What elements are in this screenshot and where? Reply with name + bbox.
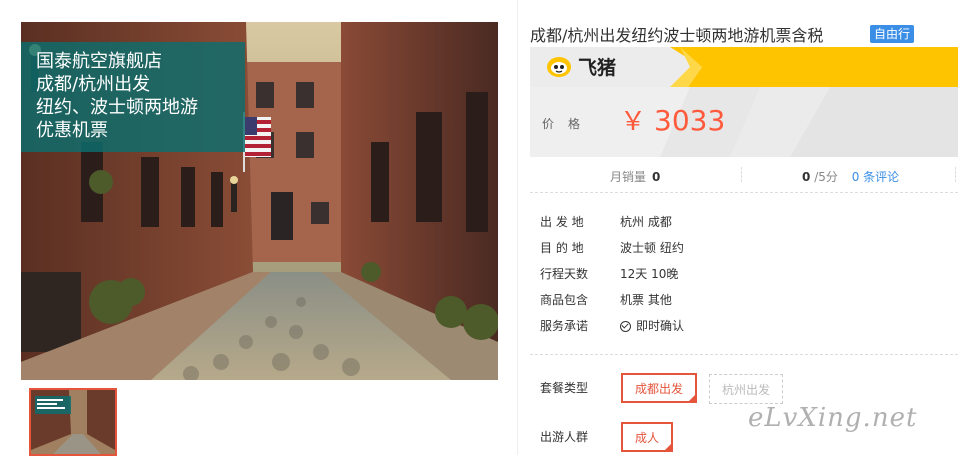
product-gallery: 国泰航空旗舰店 成都/杭州出发 纽约、波士顿两地游 优惠机票 [0,0,518,456]
section-divider [530,354,958,355]
reviews-label: 条评论 [863,170,900,184]
reviews-link[interactable]: 0 条评论 [852,170,899,184]
thumbnail-1[interactable] [29,388,117,456]
promo-overlay-text: 国泰航空旗舰店 成都/杭州出发 纽约、波士顿两地游 优惠机票 [36,50,241,142]
monthly-sales-value: 0 [652,170,661,184]
price-label: 价格 [542,117,595,131]
stats-divider [741,167,743,182]
price-value: ￥ 3033 [620,101,725,138]
overlay-line: 成都/杭州出发 [36,74,151,95]
monthly-sales: 月销量 0 [610,168,660,185]
package-option-hangzhou[interactable]: 杭州出发 [709,374,783,404]
detail-value: 杭州 成都 [620,215,672,229]
detail-value: 即时确认 [620,317,684,334]
thumbnail-image [31,390,115,454]
overlay-line: 优惠机票 [36,120,108,141]
product-title: 成都/杭州出发纽约波士顿两地游机票含税 [530,26,824,45]
detail-label: 行程天数 [540,267,589,281]
detail-value: 机票 其他 [620,293,672,307]
service-promise-text: 即时确认 [636,319,685,333]
sales-stats-bar: 月销量 0 0 /5分 0 条评论 [530,158,958,193]
check-circle-icon [620,321,631,332]
us-flag-icon [245,117,271,157]
stats-divider [955,167,957,182]
fliggy-logo[interactable]: 飞猪 [546,53,616,79]
traveler-type-label: 出游人群 [540,430,589,444]
brand-name: 飞猪 [578,56,617,79]
traveler-option-adult[interactable]: 成人 [621,422,673,452]
site-watermark: eLvXing.net [748,403,918,433]
price-amount: 3033 [654,104,726,137]
package-type-label: 套餐类型 [540,381,589,395]
trip-type-badge: 自由行 [870,25,915,43]
monthly-sales-label: 月销量 [610,170,647,184]
currency-symbol: ￥ [620,107,647,137]
rating-score: 0 /5分 0 条评论 [802,168,899,185]
rating-value: 0 [802,170,811,184]
detail-label: 出 发 地 [540,215,584,229]
detail-label: 商品包含 [540,293,589,307]
package-option-chengdu[interactable]: 成都出发 [621,373,697,403]
rating-suffix: /5分 [814,170,838,184]
detail-label: 目 的 地 [540,241,584,255]
detail-label: 服务承诺 [540,319,589,333]
detail-value: 12天 10晚 [620,267,679,281]
fliggy-mascot-icon [547,57,571,77]
reviews-count: 0 [851,170,860,184]
overlay-line: 国泰航空旗舰店 [36,51,162,72]
detail-value: 波士顿 纽约 [620,241,684,255]
overlay-line: 纽约、波士顿两地游 [36,97,198,118]
price-panel: 飞猪 价格 ￥ 3033 [530,47,958,157]
